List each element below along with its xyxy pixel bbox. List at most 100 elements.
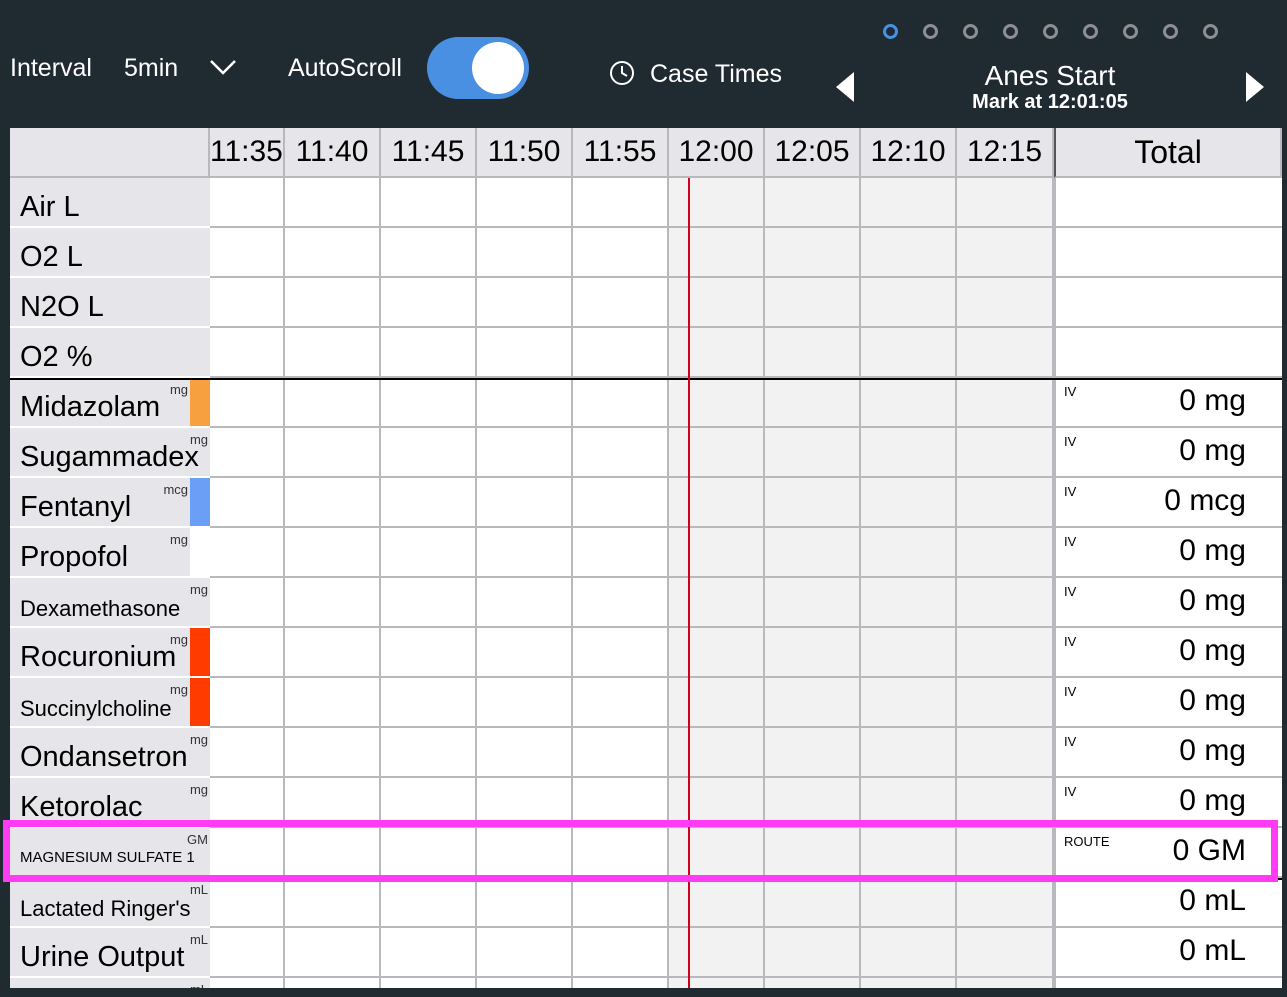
grid-cell[interactable] bbox=[573, 578, 669, 628]
grid-cell[interactable] bbox=[285, 678, 381, 728]
grid-cell[interactable] bbox=[669, 178, 765, 228]
page-dot[interactable] bbox=[1203, 24, 1218, 39]
grid-cell[interactable] bbox=[765, 478, 861, 528]
grid-cell[interactable] bbox=[285, 528, 381, 578]
page-dot[interactable] bbox=[1123, 24, 1138, 39]
grid-cell[interactable] bbox=[477, 978, 573, 988]
grid-cell[interactable] bbox=[210, 528, 285, 578]
grid-cell[interactable] bbox=[210, 328, 285, 378]
grid-cell[interactable] bbox=[861, 978, 957, 988]
grid-cell[interactable] bbox=[477, 678, 573, 728]
grid-cell[interactable] bbox=[210, 228, 285, 278]
time-column-header[interactable]: 11:50 bbox=[477, 128, 573, 178]
grid-cell[interactable] bbox=[861, 528, 957, 578]
grid-cell[interactable] bbox=[669, 778, 765, 828]
row-name-cell[interactable]: mg Ketorolac bbox=[10, 778, 210, 828]
route-label[interactable]: IV bbox=[1064, 784, 1076, 799]
grid-cell[interactable] bbox=[957, 328, 1054, 378]
row-name-cell[interactable]: GM MAGNESIUM SULFATE 1 bbox=[10, 828, 210, 878]
grid-cell[interactable] bbox=[957, 828, 1054, 878]
grid-cell[interactable] bbox=[861, 228, 957, 278]
grid-cell[interactable] bbox=[573, 828, 669, 878]
grid-cell[interactable] bbox=[381, 528, 477, 578]
grid-cell[interactable] bbox=[573, 478, 669, 528]
grid-cell[interactable] bbox=[957, 178, 1054, 228]
grid-cell[interactable] bbox=[477, 728, 573, 778]
grid-cell[interactable] bbox=[381, 728, 477, 778]
grid-cell[interactable] bbox=[861, 328, 957, 378]
grid-cell[interactable] bbox=[573, 728, 669, 778]
row-name-cell[interactable]: mg Sugammadex bbox=[10, 428, 210, 478]
grid-cell[interactable] bbox=[285, 478, 381, 528]
grid-cell[interactable] bbox=[957, 428, 1054, 478]
grid-cell[interactable] bbox=[765, 878, 861, 928]
page-dot[interactable] bbox=[1043, 24, 1058, 39]
grid-cell[interactable] bbox=[573, 228, 669, 278]
page-dot[interactable] bbox=[923, 24, 938, 39]
page-dot[interactable] bbox=[1163, 24, 1178, 39]
grid-cell[interactable] bbox=[285, 828, 381, 878]
grid-cell[interactable] bbox=[765, 528, 861, 578]
grid-cell[interactable] bbox=[765, 778, 861, 828]
grid-cell[interactable] bbox=[285, 378, 381, 428]
grid-cell[interactable] bbox=[957, 728, 1054, 778]
grid-cell[interactable] bbox=[861, 428, 957, 478]
grid-cell[interactable] bbox=[861, 628, 957, 678]
grid-cell[interactable] bbox=[669, 878, 765, 928]
grid-cell[interactable] bbox=[210, 728, 285, 778]
grid-cell[interactable] bbox=[477, 628, 573, 678]
route-label[interactable]: IV bbox=[1064, 434, 1076, 449]
interval-select[interactable]: 5min bbox=[124, 54, 178, 83]
route-label[interactable]: IV bbox=[1064, 584, 1076, 599]
grid-cell[interactable] bbox=[285, 878, 381, 928]
page-indicator[interactable] bbox=[880, 24, 1220, 44]
grid-cell[interactable] bbox=[669, 578, 765, 628]
row-name-cell[interactable]: O2 % bbox=[10, 328, 210, 378]
grid-cell[interactable] bbox=[957, 378, 1054, 428]
grid-cell[interactable] bbox=[477, 278, 573, 328]
route-label[interactable]: IV bbox=[1064, 384, 1076, 399]
route-label[interactable]: IV bbox=[1064, 484, 1076, 499]
grid-cell[interactable] bbox=[210, 828, 285, 878]
grid-cell[interactable] bbox=[861, 778, 957, 828]
grid-cell[interactable] bbox=[381, 478, 477, 528]
grid-cell[interactable] bbox=[669, 978, 765, 988]
grid-cell[interactable] bbox=[957, 578, 1054, 628]
time-column-header[interactable]: 11:55 bbox=[573, 128, 669, 178]
grid-cell[interactable] bbox=[285, 728, 381, 778]
grid-cell[interactable] bbox=[477, 528, 573, 578]
grid-cell[interactable] bbox=[210, 878, 285, 928]
grid-cell[interactable] bbox=[573, 628, 669, 678]
grid-cell[interactable] bbox=[573, 428, 669, 478]
page-dot[interactable] bbox=[963, 24, 978, 39]
grid-cell[interactable] bbox=[765, 628, 861, 678]
time-column-header[interactable]: 11:40 bbox=[285, 128, 381, 178]
grid-cell[interactable] bbox=[573, 278, 669, 328]
grid-cell[interactable] bbox=[861, 678, 957, 728]
previous-event-arrow-icon[interactable] bbox=[836, 72, 854, 102]
grid-cell[interactable] bbox=[381, 378, 477, 428]
grid-cell[interactable] bbox=[573, 378, 669, 428]
grid-cell[interactable] bbox=[765, 678, 861, 728]
grid-cell[interactable] bbox=[861, 728, 957, 778]
grid-cell[interactable] bbox=[669, 678, 765, 728]
grid-cell[interactable] bbox=[210, 478, 285, 528]
route-label[interactable]: IV bbox=[1064, 684, 1076, 699]
grid-cell[interactable] bbox=[765, 728, 861, 778]
grid-cell[interactable] bbox=[210, 378, 285, 428]
autoscroll-toggle[interactable] bbox=[427, 37, 529, 99]
grid-cell[interactable] bbox=[210, 428, 285, 478]
grid-cell[interactable] bbox=[957, 678, 1054, 728]
route-label[interactable]: IV bbox=[1064, 534, 1076, 549]
page-dot[interactable] bbox=[1083, 24, 1098, 39]
grid-cell[interactable] bbox=[477, 328, 573, 378]
time-column-header[interactable]: 12:05 bbox=[765, 128, 861, 178]
grid-cell[interactable] bbox=[381, 178, 477, 228]
grid-cell[interactable] bbox=[381, 928, 477, 978]
row-name-cell[interactable]: mL Lactated Ringer's bbox=[10, 878, 210, 928]
grid-cell[interactable] bbox=[669, 928, 765, 978]
grid-cell[interactable] bbox=[957, 228, 1054, 278]
grid-cell[interactable] bbox=[573, 678, 669, 728]
time-column-header[interactable]: 11:35 bbox=[210, 128, 285, 178]
grid-cell[interactable] bbox=[285, 178, 381, 228]
